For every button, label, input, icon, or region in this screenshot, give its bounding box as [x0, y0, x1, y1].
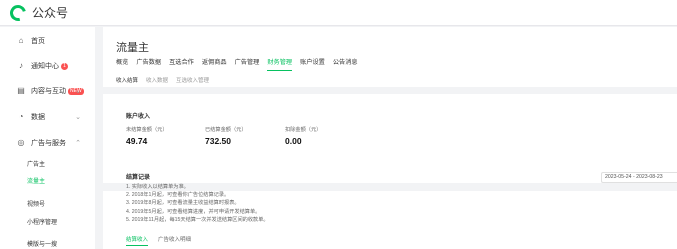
page-title: 流量主 — [116, 42, 149, 54]
sidebar: ⌂ 首页 ♪ 通知中心 1 ▤ 内容与互动 NEW ⌄ ◔ 数据 ⌄ ◎ 广告与… — [0, 27, 95, 249]
tab-bar: 概览 广告数据 互选合作 返佣商品 广告管理 财务管理 账户设置 公告消息 — [116, 59, 366, 71]
sidebar-subitem-templates[interactable]: 模版与一搜 — [27, 239, 57, 248]
sidebar-item-label: 广告与服务 — [31, 140, 66, 147]
rule-item: 5. 2019年11月起，每15天结算一次并发送结算区间的收款单。 — [126, 216, 269, 223]
tab-ad-management[interactable]: 广告管理 — [235, 59, 260, 71]
account-income-title: 账户收入 — [126, 114, 151, 120]
sidebar-item-home[interactable]: ⌂ 首页 — [0, 33, 95, 49]
sidebar-item-notifications[interactable]: ♪ 通知中心 1 — [0, 58, 95, 74]
data-icon: ◔ — [18, 112, 24, 121]
document-icon: ▤ — [17, 86, 25, 95]
settled-amount-value: 732.50 — [205, 136, 231, 146]
wechat-official-logo-icon — [7, 1, 29, 24]
tab-finance[interactable]: 财务管理 — [267, 59, 293, 71]
sidebar-item-content[interactable]: ▤ 内容与互动 NEW ⌄ — [0, 83, 95, 99]
sidebar-subitem-miniprogram[interactable]: 小程序管理 — [27, 217, 57, 226]
sidebar-subitem-advertiser[interactable]: 广告主 — [27, 159, 45, 168]
deducted-amount-label: 扣除金额（元） — [285, 127, 322, 133]
sidebar-item-label: 内容与互动 — [31, 88, 66, 95]
notification-badge: 1 — [61, 62, 68, 70]
tab-mutual-selection[interactable]: 互选合作 — [169, 59, 194, 71]
sidebar-item-label: 首页 — [31, 38, 45, 45]
tab-commission-products[interactable]: 返佣商品 — [202, 59, 227, 71]
tab-settlement-income[interactable]: 结算收入 — [126, 235, 149, 246]
brand-name: 公众号 — [32, 6, 69, 20]
settlement-rules: 1. 实际收入以结算单为准。 2. 2018年1月起，可查看你广告位结算记录。 … — [126, 183, 269, 224]
top-bar: 公众号 — [0, 0, 677, 26]
rule-item: 2. 2018年1月起，可查看你广告位结算记录。 — [126, 192, 230, 199]
subtab-bar: 收入结算 收入数据 互选收入管理 — [116, 76, 217, 84]
chevron-down-icon: ⌄ — [75, 88, 81, 95]
tab-ad-data[interactable]: 广告数据 — [136, 59, 161, 71]
chevron-down-icon: ⌄ — [75, 114, 81, 121]
sidebar-item-ad-service[interactable]: ◎ 广告与服务 ⌃ — [0, 135, 95, 151]
subtab-income-settlement[interactable]: 收入结算 — [116, 76, 138, 84]
rule-item: 1. 实际收入以结算单为准。 — [126, 184, 189, 190]
subtab-income-data[interactable]: 收入数据 — [146, 76, 168, 84]
ad-service-icon: ◎ — [17, 138, 25, 147]
sidebar-item-label: 通知中心 — [31, 63, 59, 70]
bell-icon: ♪ — [19, 61, 23, 70]
rule-item: 4. 2019年5月起，可查看结算进度，并可申请开发结算单。 — [126, 208, 261, 215]
settlement-records-title: 结算记录 — [126, 175, 151, 181]
sidebar-subitem-channels[interactable]: 视频号 — [27, 199, 45, 208]
settled-amount-label: 已结算金额（元） — [205, 127, 247, 133]
unsettled-amount-label: 未结算金额（元） — [126, 127, 168, 133]
tab-account-settings[interactable]: 账户设置 — [300, 59, 325, 71]
section-divider — [103, 87, 677, 94]
subtab-mutual-income[interactable]: 互选收入管理 — [176, 76, 209, 84]
sidebar-subitem-publisher[interactable]: 流量主 — [27, 176, 45, 185]
rule-item: 3. 2019年8月起，可查看流量主收益结算时报表。 — [126, 200, 240, 207]
settlement-tab-bar: 结算收入 广告收入明细 — [126, 235, 201, 246]
unsettled-amount-value: 49.74 — [126, 136, 148, 146]
tab-ad-income-details[interactable]: 广告收入明细 — [158, 235, 191, 246]
deducted-amount-value: 0.00 — [285, 136, 302, 146]
date-range-picker[interactable]: 2023-05-24 - 2023-08-23 — [601, 172, 677, 183]
chevron-up-icon: ⌃ — [75, 140, 81, 147]
sidebar-item-label: 数据 — [31, 114, 45, 121]
sidebar-item-data[interactable]: ◔ 数据 ⌄ — [0, 109, 95, 125]
tab-announcements[interactable]: 公告消息 — [333, 59, 358, 71]
home-icon: ⌂ — [18, 36, 24, 45]
tab-overview[interactable]: 概览 — [116, 59, 128, 71]
